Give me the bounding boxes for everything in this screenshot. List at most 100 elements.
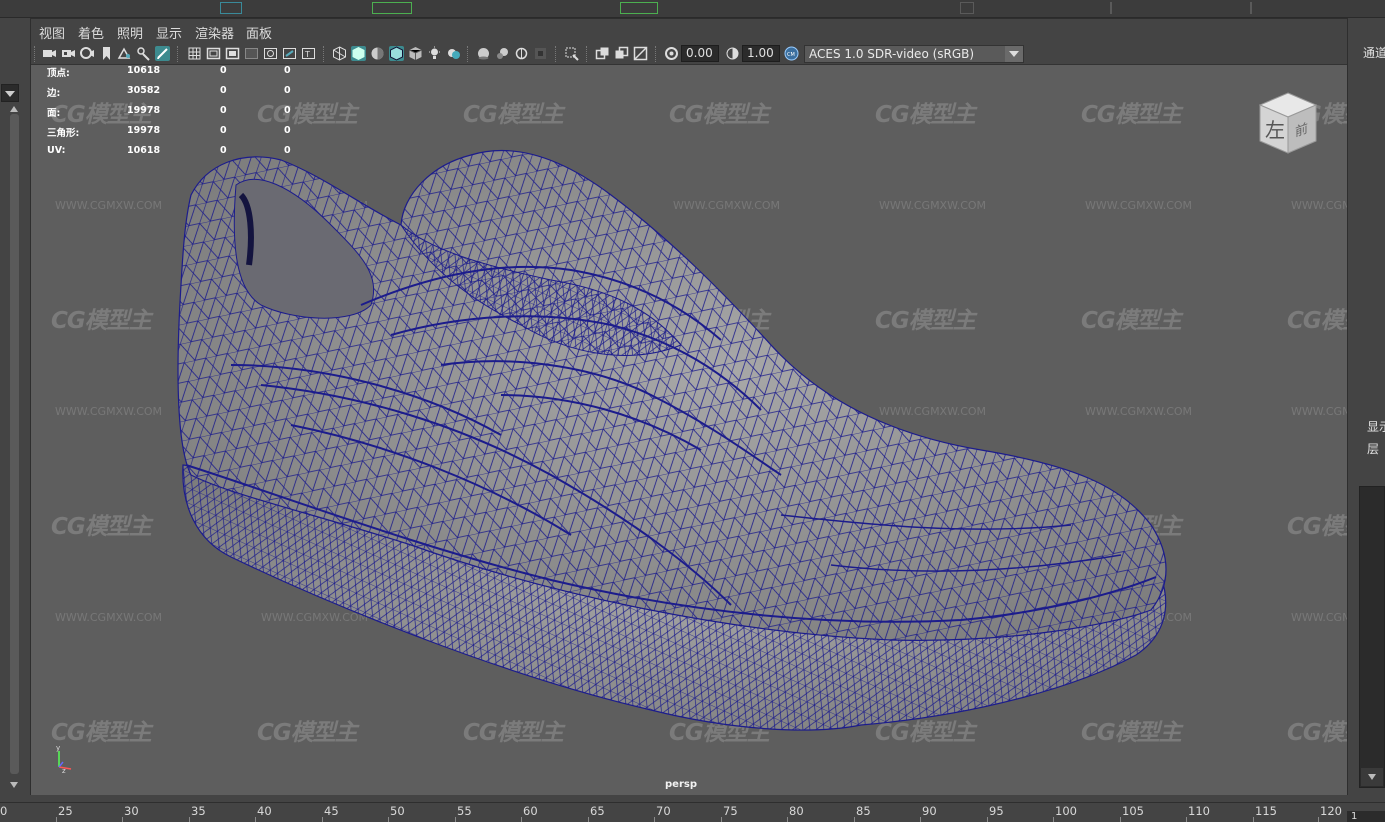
channel-box-tab[interactable]: 通道 — [1363, 44, 1385, 61]
shelf-button[interactable] — [372, 2, 412, 14]
timeline-tick-label: 110 — [1188, 804, 1210, 818]
toolbar-divider — [655, 46, 657, 62]
timeline-tick — [255, 817, 256, 822]
perspective-viewport[interactable]: CG模型主WWW.CGMXW.COMCG模型主WWW.CGMXW.COMCG模型… — [31, 65, 1347, 795]
viewcube-left-face[interactable]: 左 — [1265, 118, 1285, 142]
time-slider[interactable]: 0 25 30 35 40 45 50 55 60 65 70 75 80 85 90 95 100 105 110… — [0, 802, 1385, 822]
color-management-icon[interactable]: CM — [784, 46, 799, 61]
safe-title-icon[interactable]: T — [301, 46, 316, 61]
film-gate-icon[interactable] — [206, 46, 221, 61]
backface-culling-icon[interactable] — [633, 46, 648, 61]
toolbar-divider — [555, 46, 557, 62]
anti-aliasing-icon[interactable] — [514, 46, 529, 61]
toolbar-divider — [586, 46, 588, 62]
timeline-tick-label: 25 — [58, 804, 73, 818]
axis-z-label: z — [62, 767, 66, 775]
depth-of-field-icon[interactable] — [533, 46, 548, 61]
timeline-tick — [920, 817, 921, 822]
chevron-down-icon[interactable] — [1005, 46, 1023, 62]
panel-menubar: 视图 着色 照明 显示 渲染器 面板 — [31, 19, 1347, 43]
scroll-up-icon[interactable] — [10, 106, 18, 112]
screen-space-ao-icon[interactable] — [476, 46, 491, 61]
smooth-shade-icon[interactable] — [351, 46, 366, 61]
timeline-tick — [521, 817, 522, 822]
resolution-gate-icon[interactable] — [225, 46, 240, 61]
shelf-button[interactable] — [620, 2, 658, 14]
scroll-down-icon[interactable] — [1368, 774, 1376, 780]
shadows-icon[interactable] — [446, 46, 461, 61]
menu-panels[interactable]: 面板 — [246, 23, 272, 42]
grid-icon[interactable] — [187, 46, 202, 61]
top-shelf-strip — [0, 0, 1385, 18]
timeline-tick — [854, 817, 855, 822]
xray-joints-icon[interactable] — [614, 46, 629, 61]
axis-gizmo: y z — [56, 745, 72, 775]
left-dropdown-button[interactable] — [1, 84, 19, 102]
timeline-tick — [322, 817, 323, 822]
bookmark-icon[interactable] — [99, 46, 114, 61]
svg-text:CM: CM — [787, 52, 795, 58]
two-d-pan-icon[interactable] — [136, 46, 151, 61]
motion-blur-icon[interactable] — [495, 46, 510, 61]
gamma-field[interactable]: 1.00 — [742, 45, 780, 62]
timeline-tick-label: 95 — [989, 804, 1004, 818]
axis-y-label: y — [56, 745, 60, 752]
layers-tab[interactable]: 层 — [1367, 440, 1379, 457]
wireframe-on-shaded-icon[interactable] — [389, 46, 404, 61]
menu-show[interactable]: 显示 — [156, 23, 182, 42]
channel-box-edge: 通道 显示 层 — [1349, 18, 1385, 802]
shelf-button[interactable] — [960, 2, 974, 14]
panel-toolbar: T 0.00 1.00 CM ACES 1.0 SDR-video (sRGB) — [31, 43, 1347, 65]
left-scrollbar[interactable] — [10, 114, 19, 774]
timeline-tick-label: 35 — [191, 804, 206, 818]
shelf-button[interactable] — [220, 2, 242, 14]
timeline-tick-label: 80 — [789, 804, 804, 818]
shelf-divider — [1250, 2, 1252, 14]
timeline-tick — [1053, 817, 1054, 822]
camera-name-label: persp — [665, 779, 697, 790]
display-tab[interactable]: 显示 — [1367, 418, 1385, 435]
menu-lighting[interactable]: 照明 — [117, 23, 143, 42]
svg-text:T: T — [304, 50, 310, 59]
camera-lock-icon[interactable] — [61, 46, 76, 61]
current-frame-field[interactable]: 1 — [1347, 811, 1385, 822]
camera-select-icon[interactable] — [42, 46, 57, 61]
isolate-select-icon[interactable] — [564, 46, 579, 61]
timeline-tick-label: 105 — [1122, 804, 1144, 818]
default-material-icon[interactable] — [370, 46, 385, 61]
exposure-field[interactable]: 0.00 — [681, 45, 719, 62]
menu-shading[interactable]: 着色 — [78, 23, 104, 42]
gate-mask-icon[interactable] — [244, 46, 259, 61]
scroll-down-icon[interactable] — [10, 782, 18, 788]
timeline-tick — [787, 817, 788, 822]
safe-action-icon[interactable] — [282, 46, 297, 61]
lights-icon[interactable] — [427, 46, 442, 61]
timeline-tick-label: 100 — [1055, 804, 1077, 818]
image-plane-icon[interactable] — [117, 46, 132, 61]
wireframe-icon[interactable] — [332, 46, 347, 61]
shoe-mesh[interactable] — [31, 65, 1347, 795]
color-space-dropdown[interactable]: ACES 1.0 SDR-video (sRGB) — [804, 45, 1024, 63]
camera-attributes-icon[interactable] — [80, 46, 95, 61]
view-cube[interactable]: 左 前 — [1256, 89, 1320, 157]
exposure-icon[interactable] — [664, 46, 679, 61]
timeline-tick — [122, 817, 123, 822]
menu-view[interactable]: 视图 — [39, 23, 65, 42]
left-side-gutter — [0, 18, 30, 802]
timeline-tick-label: 70 — [656, 804, 671, 818]
field-chart-icon[interactable] — [263, 46, 278, 61]
layer-list[interactable] — [1359, 486, 1385, 788]
timeline-tick — [388, 817, 389, 822]
timeline-tick — [1318, 817, 1319, 822]
timeline-tick-label: 75 — [723, 804, 738, 818]
timeline-tick — [721, 817, 722, 822]
gamma-icon[interactable] — [725, 46, 740, 61]
grease-pencil-icon[interactable] — [155, 46, 170, 61]
xray-icon[interactable] — [595, 46, 610, 61]
timeline-tick — [56, 817, 57, 822]
timeline-tick-label: 55 — [457, 804, 472, 818]
textured-icon[interactable] — [408, 46, 423, 61]
timeline-tick — [654, 817, 655, 822]
menu-renderer[interactable]: 渲染器 — [195, 23, 234, 42]
layer-scroll-arrow[interactable] — [1361, 768, 1383, 786]
